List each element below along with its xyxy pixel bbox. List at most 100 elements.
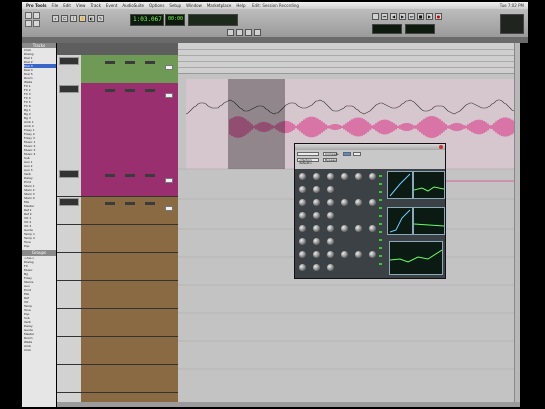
io-selector[interactable] bbox=[125, 89, 135, 92]
menu-marketplace[interactable]: Marketplace bbox=[207, 3, 232, 8]
track-view-button[interactable] bbox=[165, 178, 173, 183]
plugin-knob[interactable] bbox=[299, 238, 306, 245]
horizontal-scrollbar[interactable] bbox=[57, 402, 520, 407]
plugin-knob[interactable] bbox=[313, 173, 320, 180]
plugin-knob[interactable] bbox=[341, 173, 348, 180]
plugin-knob[interactable] bbox=[299, 251, 306, 258]
fast-forward-button[interactable]: ▶ bbox=[399, 13, 406, 20]
plugin-knob[interactable] bbox=[299, 225, 306, 232]
go-to-end-button[interactable]: ⏭ bbox=[408, 13, 415, 20]
menu-help[interactable]: Help bbox=[236, 3, 245, 8]
io-selector[interactable] bbox=[125, 61, 135, 64]
plugin-knob[interactable] bbox=[369, 225, 376, 232]
grid-mode-button[interactable] bbox=[33, 20, 40, 27]
io-selector[interactable] bbox=[105, 202, 115, 205]
plugin-knob[interactable] bbox=[355, 225, 362, 232]
grabber-tool-icon[interactable]: ✋ bbox=[79, 15, 86, 22]
menu-options[interactable]: Options bbox=[149, 3, 164, 8]
scrubber-tool-icon[interactable]: ◐ bbox=[88, 15, 95, 22]
play-button[interactable]: ▶ bbox=[426, 13, 433, 20]
track-selector[interactable] bbox=[297, 152, 319, 156]
preset-selector[interactable]: <factory default> bbox=[297, 158, 319, 165]
plugin-knob[interactable] bbox=[313, 238, 320, 245]
plugin-knob[interactable] bbox=[299, 212, 306, 219]
io-selector[interactable] bbox=[145, 174, 155, 177]
main-counter[interactable]: 1:03.067 bbox=[130, 14, 164, 26]
nudge-back-button[interactable] bbox=[227, 29, 234, 36]
menu-window[interactable]: Window bbox=[186, 3, 202, 8]
return-to-zero-button[interactable]: ⏮ bbox=[381, 13, 388, 20]
track-header[interactable] bbox=[57, 55, 178, 84]
menu-edit[interactable]: Edit bbox=[63, 3, 71, 8]
plugin-knob[interactable] bbox=[299, 264, 306, 271]
plugin-knob[interactable] bbox=[327, 251, 334, 258]
track-header[interactable] bbox=[57, 83, 178, 169]
rewind-button[interactable]: ◀ bbox=[390, 13, 397, 20]
plugin-knob[interactable] bbox=[313, 225, 320, 232]
track-view-button[interactable] bbox=[165, 93, 173, 98]
io-selector[interactable] bbox=[105, 174, 115, 177]
track-name-field[interactable] bbox=[59, 57, 79, 65]
plugin-knob[interactable] bbox=[369, 199, 376, 206]
plugin-knob[interactable] bbox=[313, 264, 320, 271]
plugin-knob[interactable] bbox=[327, 199, 334, 206]
nudge-forward-button[interactable] bbox=[236, 29, 243, 36]
track-name-field[interactable] bbox=[59, 85, 79, 93]
menu-event[interactable]: Event bbox=[106, 3, 117, 8]
io-selector[interactable] bbox=[145, 61, 155, 64]
track-name-field[interactable] bbox=[59, 170, 79, 178]
io-selector[interactable] bbox=[125, 202, 135, 205]
close-icon[interactable] bbox=[439, 145, 443, 149]
vertical-scrollbar[interactable] bbox=[514, 43, 520, 405]
zoom-tool-icon[interactable]: ⌕ bbox=[52, 15, 59, 22]
plugin-knob[interactable] bbox=[327, 186, 334, 193]
io-selector[interactable] bbox=[125, 174, 135, 177]
timeline-selection[interactable] bbox=[228, 79, 285, 169]
bypass-button[interactable]: Bypass bbox=[323, 158, 337, 162]
record-button[interactable]: ● bbox=[435, 13, 442, 20]
plugin-knob[interactable] bbox=[327, 173, 334, 180]
io-selector[interactable] bbox=[105, 61, 115, 64]
pencil-tool-icon[interactable]: ✎ bbox=[97, 15, 104, 22]
plugin-knob[interactable] bbox=[299, 199, 306, 206]
plugin-knob[interactable] bbox=[369, 251, 376, 258]
menu-track[interactable]: Track bbox=[90, 3, 100, 8]
plugin-knob[interactable] bbox=[355, 173, 362, 180]
menu-setup[interactable]: Setup bbox=[169, 3, 181, 8]
track-header[interactable] bbox=[57, 168, 178, 197]
io-selector[interactable] bbox=[145, 89, 155, 92]
grid-value-button[interactable] bbox=[245, 29, 252, 36]
plugin-knob[interactable] bbox=[313, 251, 320, 258]
safe-button[interactable] bbox=[353, 152, 361, 156]
plugin-knob[interactable] bbox=[355, 251, 362, 258]
plugin-knob[interactable] bbox=[299, 186, 306, 193]
nudge-value-button[interactable] bbox=[254, 29, 261, 36]
spot-mode-button[interactable] bbox=[25, 20, 32, 27]
auto-button[interactable] bbox=[343, 152, 351, 156]
plugin-knob[interactable] bbox=[299, 173, 306, 180]
selector-tool-icon[interactable]: I bbox=[70, 15, 77, 22]
compare-button[interactable]: Compare bbox=[323, 152, 339, 156]
plugin-knob[interactable] bbox=[313, 212, 320, 219]
io-selector[interactable] bbox=[105, 89, 115, 92]
track-name-field[interactable] bbox=[59, 198, 79, 206]
plugin-knob[interactable] bbox=[355, 199, 362, 206]
plugin-knob[interactable] bbox=[313, 186, 320, 193]
group-list-item[interactable]: Click bbox=[24, 348, 56, 352]
io-selector[interactable] bbox=[145, 202, 155, 205]
plugin-knob[interactable] bbox=[327, 212, 334, 219]
menu-audiosuite[interactable]: AudioSuite bbox=[122, 3, 144, 8]
plugin-knob[interactable] bbox=[327, 225, 334, 232]
online-button[interactable] bbox=[372, 13, 379, 20]
plugin-knob[interactable] bbox=[341, 225, 348, 232]
track-view-button[interactable] bbox=[165, 65, 173, 70]
plugin-knob[interactable] bbox=[313, 199, 320, 206]
slip-mode-button[interactable] bbox=[33, 12, 40, 19]
plugin-knob[interactable] bbox=[341, 199, 348, 206]
sub-counter[interactable]: 00:00 bbox=[165, 14, 185, 26]
track-header[interactable] bbox=[57, 196, 178, 406]
menu-pro-tools[interactable]: Pro Tools bbox=[26, 3, 47, 8]
plugin-knob[interactable] bbox=[341, 251, 348, 258]
stop-button[interactable]: ■ bbox=[417, 13, 424, 20]
menu-view[interactable]: View bbox=[76, 3, 86, 8]
